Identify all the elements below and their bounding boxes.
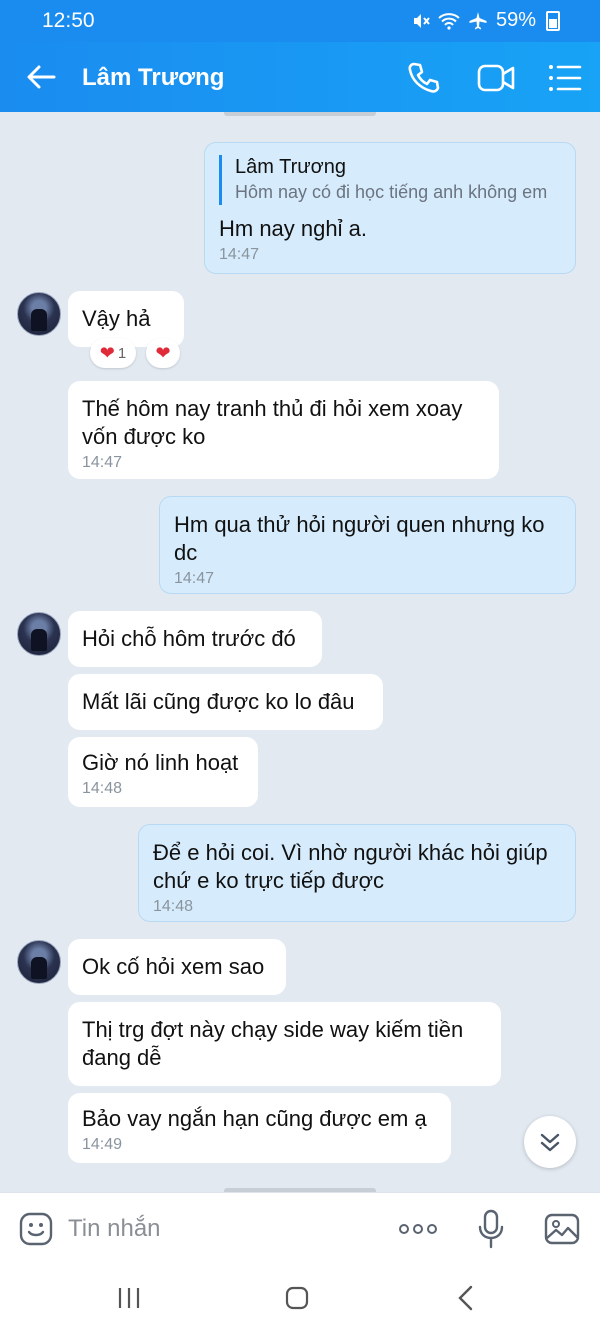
- status-icons: 59%: [412, 9, 560, 32]
- home-icon[interactable]: [285, 1286, 309, 1310]
- avatar[interactable]: [17, 940, 61, 984]
- message-bubble-outgoing[interactable]: Hm qua thử hỏi người quen nhưng ko dc 14…: [159, 496, 576, 594]
- message-text: Thế hôm nay tranh thủ đi hỏi xem xoay vố…: [82, 396, 463, 449]
- message-text: Hỏi chỗ hôm trước đó: [82, 626, 296, 651]
- video-call-icon[interactable]: [476, 60, 516, 96]
- message-bubble-incoming[interactable]: Giờ nó linh hoạt 14:48: [68, 737, 258, 807]
- add-reaction-button[interactable]: ❤: [146, 338, 180, 368]
- message-bubble-incoming[interactable]: Hỏi chỗ hôm trước đó: [68, 611, 322, 667]
- quote-sender: Lâm Trương: [235, 156, 346, 178]
- scroll-down-icon: [540, 1133, 560, 1152]
- message-bubble-outgoing[interactable]: Lâm Trương Hôm nay có đi học tiếng anh k…: [204, 142, 576, 274]
- back-arrow-icon[interactable]: [24, 60, 58, 94]
- message-bubble-incoming[interactable]: Thị trg đợt này chạy side way kiếm tiền …: [68, 1002, 501, 1086]
- message-text: Để e hỏi coi. Vì nhờ người khác hỏi giúp…: [153, 840, 548, 893]
- message-time: 14:48: [153, 898, 194, 915]
- heart-icon: ❤: [99, 342, 115, 363]
- mute-icon: [413, 13, 430, 28]
- message-text: Thị trg đợt này chạy side way kiếm tiền …: [82, 1017, 464, 1070]
- reply-quote[interactable]: Lâm Trương Hôm nay có đi học tiếng anh k…: [219, 155, 561, 205]
- message-bubble-incoming[interactable]: Thế hôm nay tranh thủ đi hỏi xem xoay vố…: [68, 381, 499, 479]
- message-text: Vậy hả: [82, 306, 151, 331]
- status-bar: 12:50 59%: [0, 0, 600, 42]
- reaction-badge[interactable]: ❤ 1: [90, 338, 136, 368]
- message-time: 14:47: [82, 454, 123, 471]
- message-input[interactable]: Tin nhắn: [68, 1215, 161, 1243]
- more-icon[interactable]: [398, 1223, 438, 1235]
- mic-icon[interactable]: [478, 1209, 504, 1249]
- chat-header: Lâm Trương: [0, 42, 600, 112]
- contact-name[interactable]: Lâm Trương: [82, 64, 224, 92]
- status-time: 12:50: [42, 9, 95, 32]
- menu-icon[interactable]: [548, 62, 582, 94]
- nav-back-icon[interactable]: [455, 1284, 475, 1312]
- battery-percent: 59%: [495, 9, 536, 31]
- message-time: 14:48: [82, 780, 123, 797]
- date-divider-pill: [224, 112, 376, 116]
- message-text: Mất lãi cũng được ko lo đâu: [82, 689, 355, 714]
- message-text: Bảo vay ngắn hạn cũng được em ạ: [82, 1106, 427, 1131]
- message-text: Hm qua thử hỏi người quen nhưng ko dc: [174, 512, 545, 565]
- wifi-icon: [438, 12, 460, 30]
- system-nav-bar: [0, 1264, 600, 1333]
- composer-bar: Tin nhắn: [0, 1192, 600, 1265]
- message-bubble-incoming[interactable]: Bảo vay ngắn hạn cũng được em ạ 14:49: [68, 1093, 451, 1163]
- message-time: 14:47: [174, 570, 215, 587]
- phone-icon[interactable]: [406, 60, 442, 96]
- message-bubble-incoming[interactable]: Ok cố hỏi xem sao: [68, 939, 286, 995]
- scroll-to-bottom-button[interactable]: [524, 1116, 576, 1168]
- battery-icon: [546, 10, 560, 31]
- recent-apps-icon[interactable]: [117, 1286, 141, 1310]
- airplane-icon: [469, 11, 487, 29]
- image-icon[interactable]: [544, 1211, 580, 1247]
- message-time: 14:47: [219, 246, 260, 263]
- message-time: 14:49: [82, 1136, 123, 1153]
- quote-text: Hôm nay có đi học tiếng anh không em: [235, 182, 548, 202]
- message-bubble-outgoing[interactable]: Để e hỏi coi. Vì nhờ người khác hỏi giúp…: [138, 824, 576, 922]
- avatar[interactable]: [17, 292, 61, 336]
- reaction-count: 1: [117, 344, 127, 362]
- message-text: Hm nay nghỉ a.: [219, 216, 367, 241]
- avatar[interactable]: [17, 612, 61, 656]
- message-list[interactable]: Lâm Trương Hôm nay có đi học tiếng anh k…: [0, 112, 600, 1192]
- heart-icon: ❤: [155, 342, 171, 363]
- emoji-icon[interactable]: [18, 1211, 54, 1247]
- message-text: Ok cố hỏi xem sao: [82, 954, 265, 979]
- message-text: Giờ nó linh hoạt: [82, 750, 239, 775]
- message-bubble-incoming[interactable]: Mất lãi cũng được ko lo đâu: [68, 674, 383, 730]
